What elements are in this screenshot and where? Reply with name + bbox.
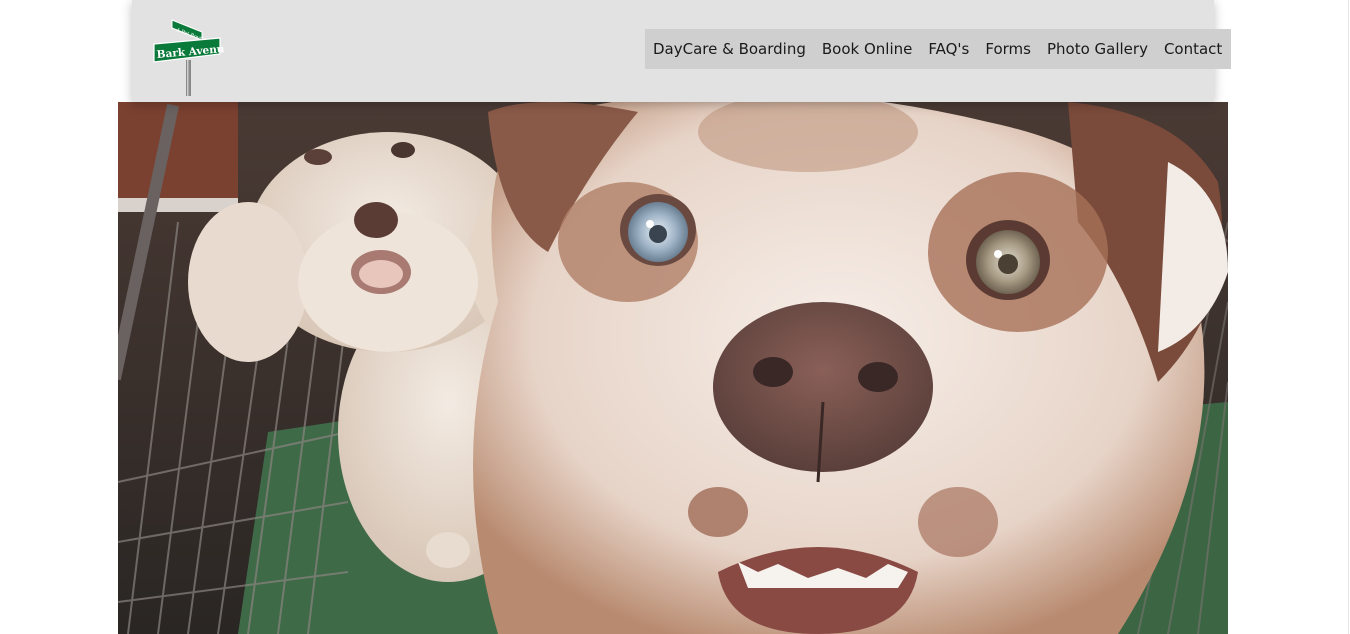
bark-avenue-logo[interactable]: A Pet Boutique Bark Avenue <box>152 14 224 96</box>
hero-image <box>118 102 1228 634</box>
nav-item-daycare-boarding[interactable]: DayCare & Boarding <box>653 29 814 69</box>
nav-item-book-online[interactable]: Book Online <box>814 29 920 69</box>
site-header: A Pet Boutique Bark Avenue DayCare & Boa… <box>132 0 1232 102</box>
dogs-photo-icon <box>118 102 1228 634</box>
street-sign-icon: A Pet Boutique Bark Avenue <box>153 19 224 96</box>
nav-item-forms[interactable]: Forms <box>977 29 1039 69</box>
nav-item-faqs[interactable]: FAQ's <box>920 29 977 69</box>
main-nav: DayCare & Boarding Book Online FAQ's For… <box>645 29 1232 69</box>
nav-item-contact[interactable]: Contact <box>1156 29 1223 69</box>
nav-item-photo-gallery[interactable]: Photo Gallery <box>1039 29 1156 69</box>
page-edge <box>1348 0 1349 634</box>
page: A Pet Boutique Bark Avenue DayCare & Boa… <box>0 0 1350 634</box>
